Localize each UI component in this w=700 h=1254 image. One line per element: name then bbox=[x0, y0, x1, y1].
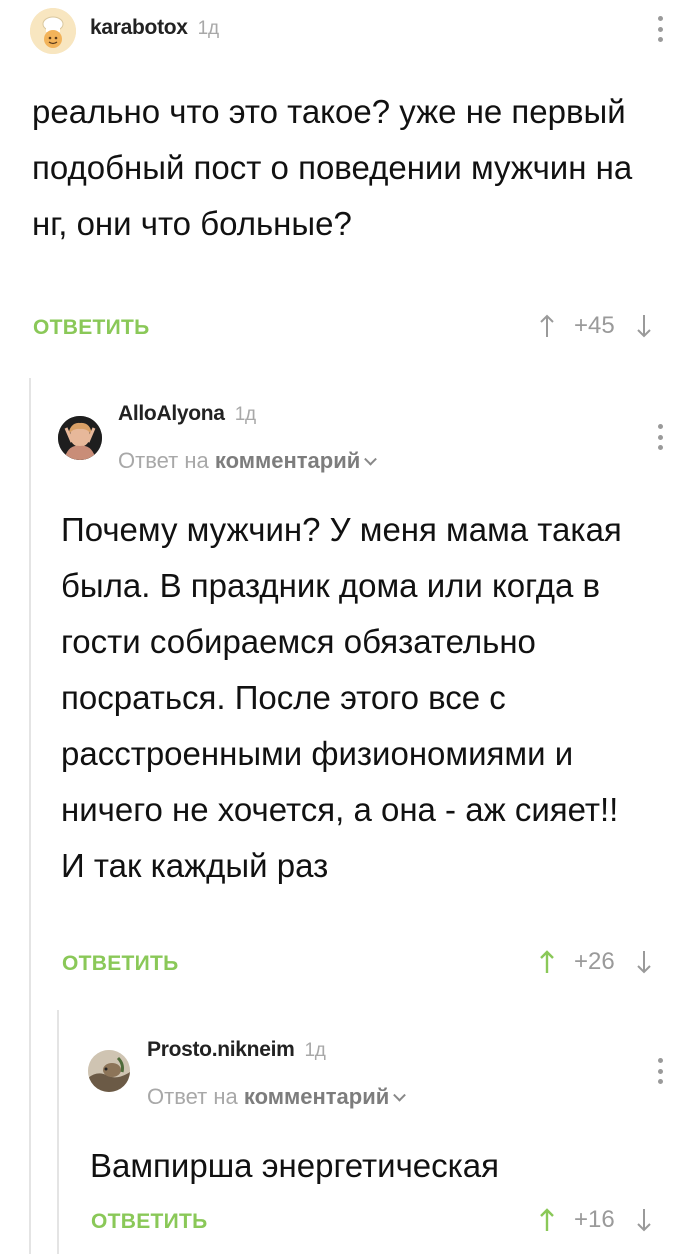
more-vertical-icon[interactable] bbox=[657, 424, 663, 450]
user-avatar bbox=[88, 1050, 130, 1092]
rating-value: +45 bbox=[574, 312, 615, 339]
comment-text: Почему мужчин? У меня мама такая была. В… bbox=[61, 511, 622, 884]
reply-button[interactable]: ОТВЕТИТЬ bbox=[33, 316, 150, 340]
comment-text: Вампирша энергетическая bbox=[90, 1147, 500, 1184]
author-avatar[interactable] bbox=[30, 8, 76, 54]
author-avatar[interactable] bbox=[88, 1050, 130, 1092]
thread-line bbox=[57, 1010, 59, 1254]
comment-time: 1д bbox=[304, 1040, 326, 1061]
reply-to-link[interactable]: Ответ на комментарий bbox=[118, 448, 378, 474]
rating-controls: +26 bbox=[540, 948, 651, 976]
comment-text: реально что это такое? уже не первый под… bbox=[32, 93, 633, 242]
comment-time: 1д bbox=[234, 404, 256, 425]
chevron-down-icon bbox=[364, 452, 378, 466]
rating-value: +26 bbox=[574, 948, 615, 975]
thread-line bbox=[29, 378, 31, 1254]
chef-avatar-icon bbox=[30, 8, 76, 54]
upvote-arrow-icon[interactable] bbox=[540, 1208, 554, 1232]
more-vertical-icon[interactable] bbox=[657, 1058, 663, 1084]
author-avatar[interactable] bbox=[58, 416, 102, 460]
downvote-arrow-icon[interactable] bbox=[637, 950, 651, 974]
upvote-arrow-icon[interactable] bbox=[540, 950, 554, 974]
upvote-arrow-icon[interactable] bbox=[540, 314, 554, 338]
more-vertical-icon[interactable] bbox=[657, 16, 663, 42]
rating-controls: +45 bbox=[540, 312, 651, 340]
author-name[interactable]: Prosto.nikneim 1д bbox=[147, 1038, 326, 1062]
reply-button[interactable]: ОТВЕТИТЬ bbox=[62, 952, 179, 976]
downvote-arrow-icon[interactable] bbox=[637, 314, 651, 338]
author-name[interactable]: karabotox 1д bbox=[90, 16, 219, 40]
rating-value: +16 bbox=[574, 1206, 615, 1233]
chevron-down-icon bbox=[393, 1088, 407, 1102]
reply-to-link[interactable]: Ответ на комментарий bbox=[147, 1084, 407, 1110]
downvote-arrow-icon[interactable] bbox=[637, 1208, 651, 1232]
rating-controls: +16 bbox=[540, 1206, 651, 1234]
reply-button[interactable]: ОТВЕТИТЬ bbox=[91, 1210, 208, 1234]
author-name[interactable]: AlloAlyona 1д bbox=[118, 402, 256, 426]
user-avatar bbox=[58, 416, 102, 460]
comment-time: 1д bbox=[197, 18, 219, 39]
